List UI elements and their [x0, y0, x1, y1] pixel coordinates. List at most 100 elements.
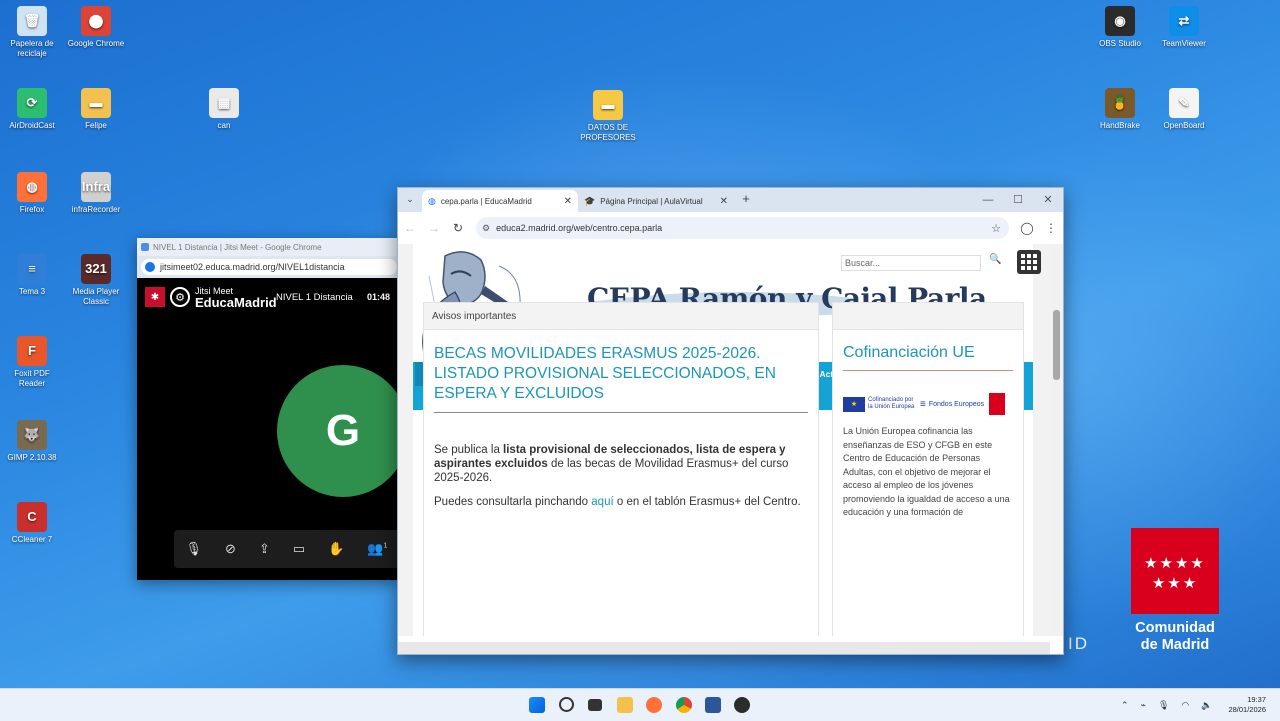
app-icon: ⬤ — [81, 6, 111, 36]
app-icon: ▬ — [593, 90, 623, 120]
file-explorer-icon[interactable] — [617, 697, 633, 713]
cofinanciacion-text: La Unión Europea cofinancia las enseñanz… — [843, 426, 1010, 517]
app-icon: ⟳ — [17, 88, 47, 118]
desktop-icon-label: can — [217, 121, 231, 130]
search-icon[interactable] — [559, 697, 574, 712]
desktop-icon[interactable]: ≡ Tema 3 — [0, 254, 64, 297]
desktop-icon[interactable]: ⬤ Google Chrome — [64, 6, 128, 49]
news-title[interactable]: BECAS MOVILIDADES ERASMUS 2025-2026. LIS… — [434, 344, 808, 404]
scroll-thumb[interactable] — [1053, 310, 1060, 380]
desktop-icon[interactable]: ⟳ AirDroidCast — [0, 88, 64, 131]
microphone-icon[interactable]: 🎙 — [186, 541, 203, 557]
desktop-icon[interactable]: 🍍 HandBrake — [1088, 88, 1152, 131]
tab-search-icon[interactable]: ⌄ — [398, 188, 422, 210]
cofinanciacion-panel: Cofinanciación UE ★ Cofinanciado por la … — [832, 302, 1024, 636]
comunidad-de-madrid-logo: ★★★★ ★★★ Comunidad de Madrid — [1130, 528, 1220, 654]
close-window-button[interactable]: ✕ — [1033, 188, 1063, 212]
participant-avatar[interactable]: G — [277, 365, 399, 497]
profile-icon[interactable]: ◯ — [1015, 221, 1039, 235]
meet-titlebar[interactable]: NIVEL 1 Distancia | Jitsi Meet - Google … — [137, 238, 399, 256]
screen-share-icon[interactable]: ⇪ — [259, 541, 270, 557]
eu-logos: ★ Cofinanciado por la Unión Europea ≡ Fo… — [843, 393, 1013, 415]
desktop-icon[interactable]: ⇄ TeamViewer — [1152, 6, 1216, 49]
app-icon: ◉ — [1105, 6, 1135, 36]
spain-flag-icon: ≡ — [920, 398, 926, 410]
new-tab-button[interactable]: + — [734, 188, 758, 210]
clock[interactable]: 19:37 28/01/2026 — [1228, 695, 1266, 715]
desktop-icon[interactable]: ◉ OBS Studio — [1088, 6, 1152, 49]
tab-cepa-parla[interactable]: ◍ cepa.parla | EducaMadrid ✕ — [422, 190, 578, 212]
tray-chevron-icon[interactable]: ⌃ — [1121, 700, 1129, 711]
app-icon: 🐺 — [17, 420, 47, 450]
stars-row: ★★★★ — [1144, 555, 1206, 572]
desktop-icon[interactable]: ▬ DATOS DE PROFESORES — [576, 90, 640, 143]
search-icon[interactable]: 🔍 — [989, 254, 1001, 265]
reload-icon[interactable]: ↻ — [446, 221, 470, 235]
desktop-icon[interactable]: ✎ OpenBoard — [1152, 88, 1216, 131]
desktop-icon[interactable]: 🗑 Papelera de reciclaje — [0, 6, 64, 59]
browser-window[interactable]: ⌄ ◍ cepa.parla | EducaMadrid ✕ 🎓 Página … — [397, 187, 1064, 655]
app-icon: 🗑 — [17, 6, 47, 36]
tab-title: cepa.parla | EducaMadrid — [440, 196, 532, 206]
globe-icon: ◍ — [428, 195, 436, 206]
maximize-button[interactable]: ☐ — [1003, 188, 1033, 212]
taskbar: ⌃ ⌁ 🎙 ◠ 🔈 19:37 28/01/2026 — [0, 688, 1280, 721]
close-tab-icon[interactable]: ✕ — [720, 196, 728, 207]
mic-tray-icon[interactable]: 🎙 — [1158, 700, 1169, 711]
word-icon[interactable] — [705, 697, 721, 713]
desktop-icon[interactable]: F Foxit PDF Reader — [0, 336, 64, 389]
network-icon[interactable]: ⌁ — [1141, 700, 1146, 711]
meet-window[interactable]: NIVEL 1 Distancia | Jitsi Meet - Google … — [137, 238, 399, 580]
app-icon: ◍ — [17, 172, 47, 202]
apps-grid-button[interactable] — [1017, 250, 1041, 274]
site-settings-icon[interactable]: ⚙ — [482, 223, 490, 234]
desktop-icon-label: CCleaner 7 — [11, 535, 53, 544]
meet-url-field[interactable]: jitsimeet02.educa.madrid.org/NIVEL1dista… — [141, 259, 397, 275]
tab-aula-virtual[interactable]: 🎓 Página Principal | AulaVirtual ✕ — [578, 190, 734, 212]
aqui-link[interactable]: aquí — [591, 496, 613, 508]
desktop-icon[interactable]: ◍ Firefox — [0, 172, 64, 215]
firefox-icon[interactable] — [646, 697, 662, 713]
horizontal-scrollbar[interactable] — [398, 642, 1050, 654]
task-view-icon[interactable] — [588, 699, 602, 711]
tab-strip: ⌄ ◍ cepa.parla | EducaMadrid ✕ 🎓 Página … — [398, 188, 1063, 212]
meet-urlbar: jitsimeet02.educa.madrid.org/NIVEL1dista… — [137, 256, 399, 278]
desktop-icon[interactable]: ▬ Felipe — [64, 88, 128, 131]
chrome-icon[interactable] — [676, 697, 692, 713]
site-info-icon[interactable] — [145, 262, 155, 272]
camera-off-icon[interactable]: ⊘ — [225, 541, 236, 557]
app-icon: 321 — [81, 254, 111, 284]
desktop-icon[interactable]: 321 Media Player Classic — [64, 254, 128, 307]
desktop-icon[interactable]: Infra infraRecorder — [64, 172, 128, 215]
start-icon[interactable] — [529, 697, 545, 713]
desktop-icon[interactable]: C CCleaner 7 — [0, 502, 64, 545]
bookmark-star-icon[interactable]: ☆ — [991, 222, 1001, 235]
desktop-icon-label: infraRecorder — [71, 205, 121, 214]
meet-header: ✱ ⚙ Jitsi Meet EducaMadrid NIVEL 1 Dista… — [145, 286, 399, 310]
partial-text: ID — [1068, 634, 1089, 653]
vertical-scrollbar[interactable] — [1050, 244, 1063, 636]
back-icon[interactable]: ← — [398, 221, 422, 235]
obs-icon[interactable] — [734, 697, 750, 713]
desktop-icon-label: Foxit PDF Reader — [14, 369, 50, 388]
menu-kebab-icon[interactable]: ⋮ — [1039, 221, 1063, 235]
url-field[interactable]: ⚙ educa2.madrid.org/web/centro.cepa.parl… — [476, 217, 1009, 239]
chat-icon[interactable]: ▭ — [293, 541, 305, 557]
participants-icon[interactable]: 👥1 — [367, 541, 387, 557]
logo-bottom-text: EducaMadrid — [195, 295, 277, 310]
system-tray: ⌃ ⌁ 🎙 ◠ 🔈 19:37 28/01/2026 — [1115, 689, 1280, 721]
search-input[interactable]: Buscar... — [841, 255, 981, 271]
close-tab-icon[interactable]: ✕ — [564, 196, 572, 207]
desktop-icon-label: TeamViewer — [1162, 39, 1206, 48]
desktop-icon-label: Firefox — [19, 205, 45, 214]
volume-icon[interactable]: 🔈 — [1201, 700, 1212, 711]
minimize-button[interactable]: — — [973, 188, 1003, 212]
desktop-icon[interactable]: 🐺 GIMP 2.10.38 — [0, 420, 64, 463]
desktop-icon[interactable]: ▦ can — [192, 88, 256, 131]
madrid-small-icon: ✱ — [145, 287, 165, 307]
wifi-icon[interactable]: ◠ — [1181, 700, 1189, 711]
forward-icon[interactable]: → — [422, 221, 446, 235]
raise-hand-icon[interactable]: ✋ — [328, 541, 344, 557]
chrome-small-icon — [141, 243, 149, 251]
stars-row: ★★★ — [1151, 575, 1199, 592]
